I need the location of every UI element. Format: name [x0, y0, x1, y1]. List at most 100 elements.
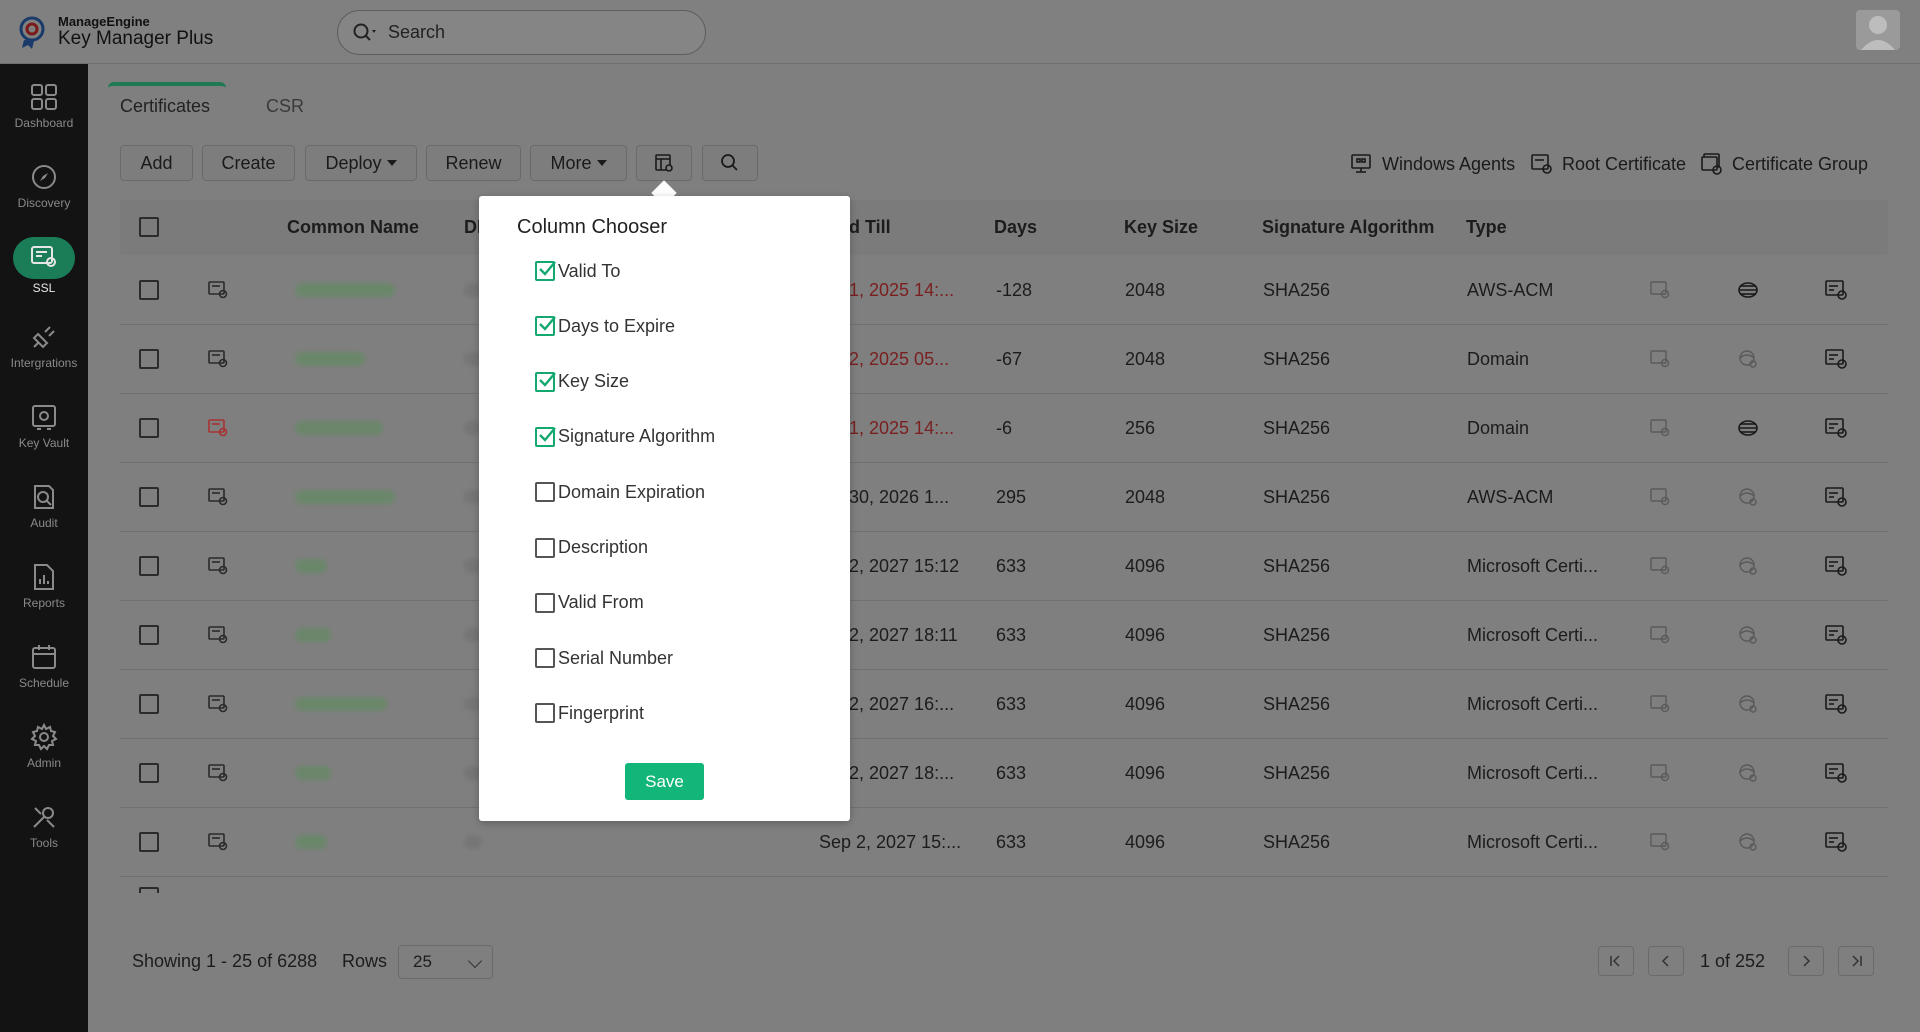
row-checkbox[interactable]	[139, 556, 159, 576]
column-header-signature-algorithm[interactable]: Signature Algorithm	[1262, 217, 1434, 238]
certificate-action-icon[interactable]	[1648, 623, 1672, 647]
column-option-checkbox[interactable]	[535, 482, 555, 503]
next-page-button[interactable]	[1788, 946, 1824, 976]
certificate-details-icon[interactable]	[1824, 485, 1848, 509]
column-option[interactable]: Key Size	[535, 369, 629, 395]
row-checkbox[interactable]	[139, 625, 159, 645]
certificate-details-icon[interactable]	[1824, 416, 1848, 440]
certificate-action-icon[interactable]	[1648, 278, 1672, 302]
certificate-group-link[interactable]: Certificate Group	[1700, 152, 1868, 176]
table-row[interactable]: 30, 2026 1... 295 2048 SHA256 AWS-ACM	[120, 463, 1888, 532]
common-name-link[interactable]	[295, 421, 383, 435]
select-all-checkbox[interactable]	[139, 217, 159, 237]
table-row[interactable]: 1, 2025 14:... -128 2048 SHA256 AWS-ACM	[120, 256, 1888, 325]
sidebar-item-dashboard[interactable]: Dashboard	[0, 72, 88, 144]
common-name-link[interactable]	[295, 766, 331, 780]
network-icon[interactable]	[1736, 416, 1760, 440]
windows-agents-link[interactable]: Windows Agents	[1350, 152, 1515, 176]
column-header-common-name[interactable]: Common Name	[287, 217, 419, 238]
last-page-button[interactable]	[1838, 946, 1874, 976]
column-option[interactable]: Signature Algorithm	[535, 424, 715, 450]
sidebar-item-key-vault[interactable]: Key Vault	[0, 392, 88, 464]
globe-icon[interactable]	[1736, 761, 1760, 785]
rows-per-page-select[interactable]: 25	[398, 945, 493, 979]
globe-icon[interactable]	[1736, 830, 1760, 854]
sidebar-item-reports[interactable]: Reports	[0, 552, 88, 624]
common-name-link[interactable]	[295, 490, 395, 504]
certificate-action-icon[interactable]	[1648, 416, 1672, 440]
global-search[interactable]	[337, 10, 706, 55]
deploy-button[interactable]: Deploy	[305, 145, 417, 181]
row-checkbox[interactable]	[139, 418, 159, 438]
globe-icon[interactable]	[1736, 347, 1760, 371]
user-avatar[interactable]	[1856, 10, 1900, 50]
certificate-details-icon[interactable]	[1824, 692, 1848, 716]
certificate-details-icon[interactable]	[1824, 278, 1848, 302]
common-name-link[interactable]	[295, 835, 327, 849]
common-name-link[interactable]	[295, 352, 365, 366]
column-chooser-button[interactable]	[636, 145, 692, 181]
first-page-button[interactable]	[1598, 946, 1634, 976]
root-certificate-link[interactable]: Root Certificate	[1530, 152, 1686, 176]
certificate-action-icon[interactable]	[1648, 554, 1672, 578]
certificate-action-icon[interactable]	[1648, 347, 1672, 371]
tab-certificates[interactable]: Certificates	[108, 82, 226, 126]
sidebar-item-tools[interactable]: Tools	[0, 792, 88, 864]
column-option-checkbox[interactable]	[535, 648, 555, 669]
row-checkbox[interactable]	[139, 349, 159, 369]
sidebar-item-admin[interactable]: Admin	[0, 712, 88, 784]
brand[interactable]: ManageEngine Key Manager Plus	[18, 14, 213, 50]
sidebar-item-integrations[interactable]: Intergrations	[0, 312, 88, 384]
search-input[interactable]	[388, 22, 688, 43]
sidebar-item-schedule[interactable]: Schedule	[0, 632, 88, 704]
column-option-checkbox[interactable]	[535, 703, 555, 724]
sidebar-item-audit[interactable]: Audit	[0, 472, 88, 544]
column-option[interactable]: Description	[535, 535, 648, 561]
common-name-link[interactable]	[295, 283, 395, 297]
globe-icon[interactable]	[1736, 554, 1760, 578]
network-icon[interactable]	[1736, 278, 1760, 302]
table-row[interactable]	[120, 877, 1888, 893]
common-name-link[interactable]	[295, 697, 387, 711]
common-name-link[interactable]	[295, 559, 327, 573]
column-option[interactable]: Fingerprint	[535, 700, 644, 726]
table-row[interactable]: 2, 2027 15:12 633 4096 SHA256 Microsoft Cert…	[120, 532, 1888, 601]
column-option[interactable]: Domain Expiration	[535, 479, 705, 505]
row-checkbox[interactable]	[139, 887, 159, 893]
column-option[interactable]: Days to Expire	[535, 313, 675, 339]
tab-csr[interactable]: CSR	[266, 82, 304, 126]
certificate-details-icon[interactable]	[1824, 830, 1848, 854]
globe-icon[interactable]	[1736, 485, 1760, 509]
column-header-valid-till[interactable]: d Till	[849, 217, 891, 238]
column-header-key-size[interactable]: Key Size	[1124, 217, 1198, 238]
certificate-details-icon[interactable]	[1824, 623, 1848, 647]
certificate-action-icon[interactable]	[1648, 692, 1672, 716]
prev-page-button[interactable]	[1648, 946, 1684, 976]
more-button[interactable]: More	[530, 145, 627, 181]
column-option[interactable]: Valid To	[535, 258, 620, 284]
common-name-link[interactable]	[295, 628, 331, 642]
column-option[interactable]: Serial Number	[535, 645, 673, 671]
row-checkbox[interactable]	[139, 487, 159, 507]
column-header-type[interactable]: Type	[1466, 217, 1507, 238]
add-button[interactable]: Add	[120, 145, 193, 181]
row-checkbox[interactable]	[139, 280, 159, 300]
row-checkbox[interactable]	[139, 832, 159, 852]
column-option-checkbox[interactable]	[535, 592, 555, 613]
table-row[interactable]: 2, 2027 16:... 633 4096 SHA256 Microsoft Cer…	[120, 670, 1888, 739]
table-row[interactable]: 2, 2027 18:... 633 4096 SHA256 Microsoft Cer…	[120, 739, 1888, 808]
renew-button[interactable]: Renew	[426, 145, 521, 181]
certificate-action-icon[interactable]	[1648, 830, 1672, 854]
sidebar-item-ssl[interactable]: SSL	[0, 232, 88, 304]
globe-icon[interactable]	[1736, 692, 1760, 716]
create-button[interactable]: Create	[202, 145, 295, 181]
table-search-button[interactable]	[702, 145, 758, 181]
column-option-checkbox[interactable]	[535, 537, 555, 558]
column-option-checkbox[interactable]	[535, 316, 556, 337]
column-option-checkbox[interactable]	[535, 371, 556, 392]
save-button[interactable]: Save	[625, 763, 704, 800]
table-row[interactable]: Sep 2, 2027 15:... 633 4096 SHA256 Microsoft…	[120, 808, 1888, 877]
certificate-details-icon[interactable]	[1824, 554, 1848, 578]
column-header-days[interactable]: Days	[994, 217, 1037, 238]
table-row[interactable]: 2, 2025 05... -67 2048 SHA256 Domain	[120, 325, 1888, 394]
